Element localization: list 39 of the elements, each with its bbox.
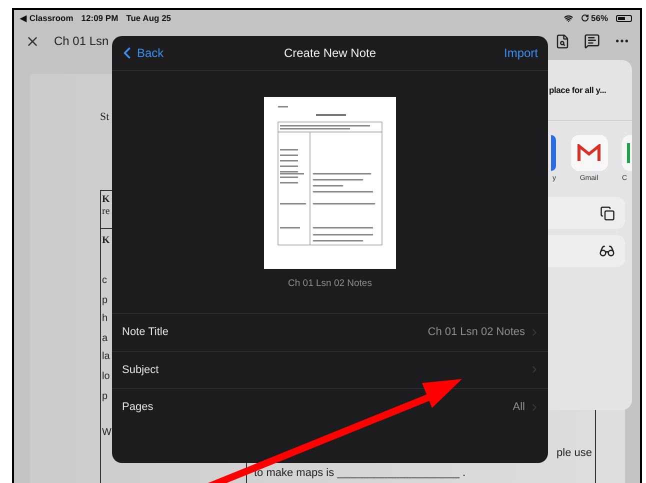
share-sheet-title: place for all y...	[549, 85, 606, 95]
import-button[interactable]: Import	[504, 46, 538, 60]
table-heading: K	[102, 194, 111, 206]
document-title: Ch 01 Lsn	[54, 34, 109, 48]
vocabulary-term: lo	[102, 371, 111, 383]
answer-text: ple use	[556, 447, 592, 459]
vocabulary-term: la	[102, 351, 111, 363]
copy-icon[interactable]	[600, 206, 615, 220]
glasses-icon[interactable]	[599, 243, 615, 259]
row-value: All	[512, 401, 525, 414]
dialog-title: Create New Note	[282, 46, 378, 60]
row-label: Note Title	[122, 326, 168, 338]
back-button[interactable]: Back	[118, 44, 164, 62]
settings-row[interactable]: Note Title Ch 01 Lsn 02 Notes	[112, 313, 548, 350]
table-heading: K	[102, 235, 111, 247]
status-date: Tue Aug 25	[126, 13, 172, 23]
table-text: re	[102, 206, 111, 218]
comment-icon[interactable]	[584, 33, 600, 49]
row-label: Subject	[122, 364, 159, 376]
wifi-icon	[564, 14, 573, 22]
question-text: W	[102, 427, 112, 439]
vocabulary-term: p	[102, 391, 109, 403]
app-icon[interactable]	[622, 135, 632, 171]
vocabulary-term: h	[102, 313, 109, 325]
document-search-icon[interactable]	[555, 34, 570, 48]
preview-caption: Ch 01 Lsn 02 Notes	[288, 278, 372, 289]
vocabulary-term: c	[102, 275, 108, 287]
back-to-app-link[interactable]: ◀ Classroom	[20, 13, 74, 23]
status-time: 12:09 PM	[81, 13, 118, 23]
mail-app-icon[interactable]	[570, 135, 608, 171]
battery-icon	[616, 14, 632, 22]
app-icon[interactable]	[551, 135, 556, 171]
student-label: St	[100, 111, 110, 123]
battery-percentage: 56%	[590, 13, 608, 23]
row-label: Pages	[122, 401, 154, 414]
vocabulary-term: a	[102, 333, 109, 345]
rotation-lock-icon	[580, 14, 589, 22]
vocabulary-term: p	[102, 295, 109, 307]
row-value: Ch 01 Lsn 02 Notes	[428, 326, 525, 338]
